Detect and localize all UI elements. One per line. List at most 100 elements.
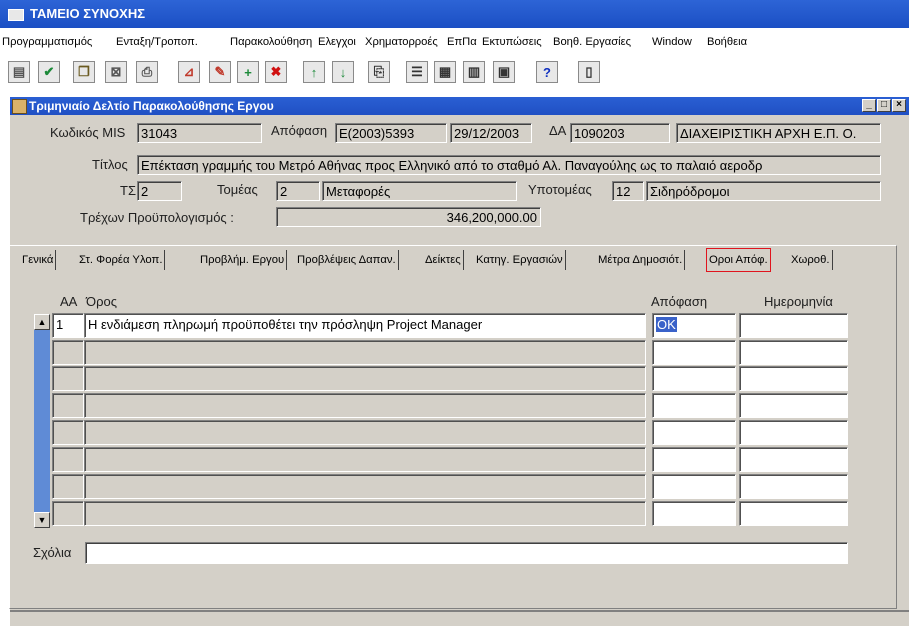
- scroll-down-icon[interactable]: ▼: [34, 512, 50, 528]
- budget-field[interactable]: 346,200,000.00: [276, 207, 541, 227]
- cell-aa[interactable]: [52, 393, 84, 418]
- tab-indicators[interactable]: Δείκτες: [423, 250, 464, 270]
- cell-decision[interactable]: [652, 474, 736, 499]
- report-icon[interactable]: ▦: [434, 61, 456, 83]
- subsector-label: Υποτομέας: [528, 182, 592, 197]
- cell-date[interactable]: [739, 393, 848, 418]
- clear-icon[interactable]: ⊠: [105, 61, 127, 83]
- cell-date[interactable]: [739, 474, 848, 499]
- cell-term[interactable]: [84, 393, 646, 418]
- cell-date[interactable]: [739, 420, 848, 445]
- cell-date[interactable]: [739, 501, 848, 526]
- comments-label: Σχόλια: [33, 545, 72, 560]
- cell-decision[interactable]: [652, 393, 736, 418]
- tab-decision-terms[interactable]: Οροι Απόφ.: [706, 248, 771, 272]
- decision-field[interactable]: E(2003)5393: [335, 123, 447, 143]
- tab-implementing-body[interactable]: Στ. Φορέα Υλοπ.: [77, 250, 166, 270]
- menu-cashflows[interactable]: Χρηματορροές: [365, 36, 438, 48]
- cell-term[interactable]: Η ενδιάμεση πληρωμή προϋποθέτει την πρόσ…: [84, 313, 646, 338]
- subsector-name-field[interactable]: Σιδηρόδρομοι: [646, 181, 881, 201]
- header-decision: Απόφαση: [651, 294, 708, 309]
- cell-term[interactable]: [84, 420, 646, 445]
- cell-term[interactable]: [84, 447, 646, 472]
- scroll-up-icon[interactable]: ▲: [34, 314, 50, 330]
- mis-field[interactable]: 31043: [137, 123, 262, 143]
- sector-code-field[interactable]: 2: [276, 181, 320, 201]
- menu-programming[interactable]: Προγραμματισμός: [2, 36, 92, 48]
- cell-date[interactable]: [739, 313, 848, 338]
- menu-inclusion[interactable]: Ενταξη/Τροποπ.: [116, 36, 198, 48]
- help-icon[interactable]: ?: [536, 61, 558, 83]
- print-preview-icon[interactable]: ⎙: [136, 61, 158, 83]
- clipboard-icon[interactable]: ▣: [493, 61, 515, 83]
- sector-name-field[interactable]: Μεταφορές: [322, 181, 517, 201]
- cell-date[interactable]: [739, 366, 848, 391]
- cell-term[interactable]: [84, 501, 646, 526]
- delete-record-icon[interactable]: ✖: [265, 61, 287, 83]
- ts-label: ΤΣ: [120, 183, 136, 198]
- title-field[interactable]: Επέκταση γραμμής του Μετρό Αθήνας προς Ε…: [137, 155, 881, 175]
- tab-expense-forecasts[interactable]: Προβλέψεις Δαπαν.: [295, 250, 399, 270]
- tab-publicity-measures[interactable]: Μέτρα Δημοσιότ.: [596, 250, 686, 270]
- table-scrollbar[interactable]: [34, 314, 50, 528]
- menu-checks[interactable]: Ελεγχοι: [318, 36, 356, 48]
- cell-aa[interactable]: [52, 447, 84, 472]
- menu-window[interactable]: Window: [652, 36, 692, 48]
- cell-decision[interactable]: [652, 366, 736, 391]
- cell-aa[interactable]: [52, 340, 84, 365]
- document-icon[interactable]: ▥: [463, 61, 485, 83]
- cell-aa[interactable]: [52, 501, 84, 526]
- tab-location[interactable]: Χωροθ.: [789, 250, 833, 270]
- comments-field[interactable]: [85, 542, 848, 564]
- menu-prints[interactable]: Εκτυπώσεις: [482, 36, 542, 48]
- cell-aa[interactable]: [52, 474, 84, 499]
- menu-eppa[interactable]: ΕπΠα: [447, 36, 477, 48]
- cell-aa[interactable]: [52, 420, 84, 445]
- print-icon[interactable]: ⎘: [368, 61, 390, 83]
- save-icon[interactable]: ▤: [8, 61, 30, 83]
- ts-field[interactable]: 2: [137, 181, 182, 201]
- menu-helper-tasks[interactable]: Βοηθ. Εργασίες: [553, 36, 631, 48]
- subsector-code-field[interactable]: 12: [612, 181, 644, 201]
- menu-bar: Προγραμματισμός Ενταξη/Τροποπ. Παρακολού…: [0, 28, 909, 58]
- decision-value: OK: [656, 317, 677, 332]
- tab-project-problems[interactable]: Προβλήμ. Εργου: [198, 250, 288, 270]
- cell-term[interactable]: [84, 340, 646, 365]
- insert-record-icon[interactable]: +: [237, 61, 259, 83]
- cell-decision[interactable]: OK: [652, 313, 736, 338]
- form-window-title: Τριμηνιαίο Δελτίο Παρακολούθησης Εργου: [29, 99, 274, 113]
- tab-general[interactable]: Γενικά: [20, 250, 57, 270]
- decision-label: Απόφαση: [271, 123, 328, 138]
- maximize-button[interactable]: □: [877, 99, 891, 112]
- da-name-field[interactable]: ΔΙΑΧΕΙΡΙΣΤΙΚΗ ΑΡΧΗ Ε.Π. Ο.: [676, 123, 881, 143]
- arrow-down-icon[interactable]: ↓: [332, 61, 354, 83]
- menu-monitoring[interactable]: Παρακολούθηση: [230, 36, 312, 48]
- close-button[interactable]: ×: [892, 99, 906, 112]
- cell-date[interactable]: [739, 447, 848, 472]
- minimize-button[interactable]: _: [862, 99, 876, 112]
- mis-label: Κωδικός MIS: [50, 125, 126, 140]
- menu-help[interactable]: Βοήθεια: [707, 36, 747, 48]
- copy-record-icon[interactable]: ❐: [73, 61, 95, 83]
- cell-decision[interactable]: [652, 501, 736, 526]
- list-icon[interactable]: ☰: [406, 61, 428, 83]
- cell-decision[interactable]: [652, 340, 736, 365]
- cell-aa[interactable]: 1: [52, 313, 84, 338]
- tab-work-categories[interactable]: Κατηγ. Εργασιών: [474, 250, 566, 270]
- cell-decision[interactable]: [652, 420, 736, 445]
- form-icon[interactable]: ⊿: [178, 61, 200, 83]
- exit-icon[interactable]: ▯: [578, 61, 600, 83]
- tools-icon[interactable]: ✎: [209, 61, 231, 83]
- cell-term[interactable]: [84, 474, 646, 499]
- arrow-up-icon[interactable]: ↑: [303, 61, 325, 83]
- da-code-field[interactable]: 1090203: [570, 123, 670, 143]
- check-icon[interactable]: ✔: [38, 61, 60, 83]
- app-title: ΤΑΜΕΙΟ ΣΥΝΟΧΗΣ: [30, 6, 146, 21]
- decision-date-field[interactable]: 29/12/2003: [450, 123, 532, 143]
- cell-aa[interactable]: [52, 366, 84, 391]
- cell-term[interactable]: [84, 366, 646, 391]
- cell-date[interactable]: [739, 340, 848, 365]
- budget-label: Τρέχων Προϋπολογισμός :: [80, 210, 234, 225]
- cell-decision[interactable]: [652, 447, 736, 472]
- app-window-icon: [8, 9, 24, 21]
